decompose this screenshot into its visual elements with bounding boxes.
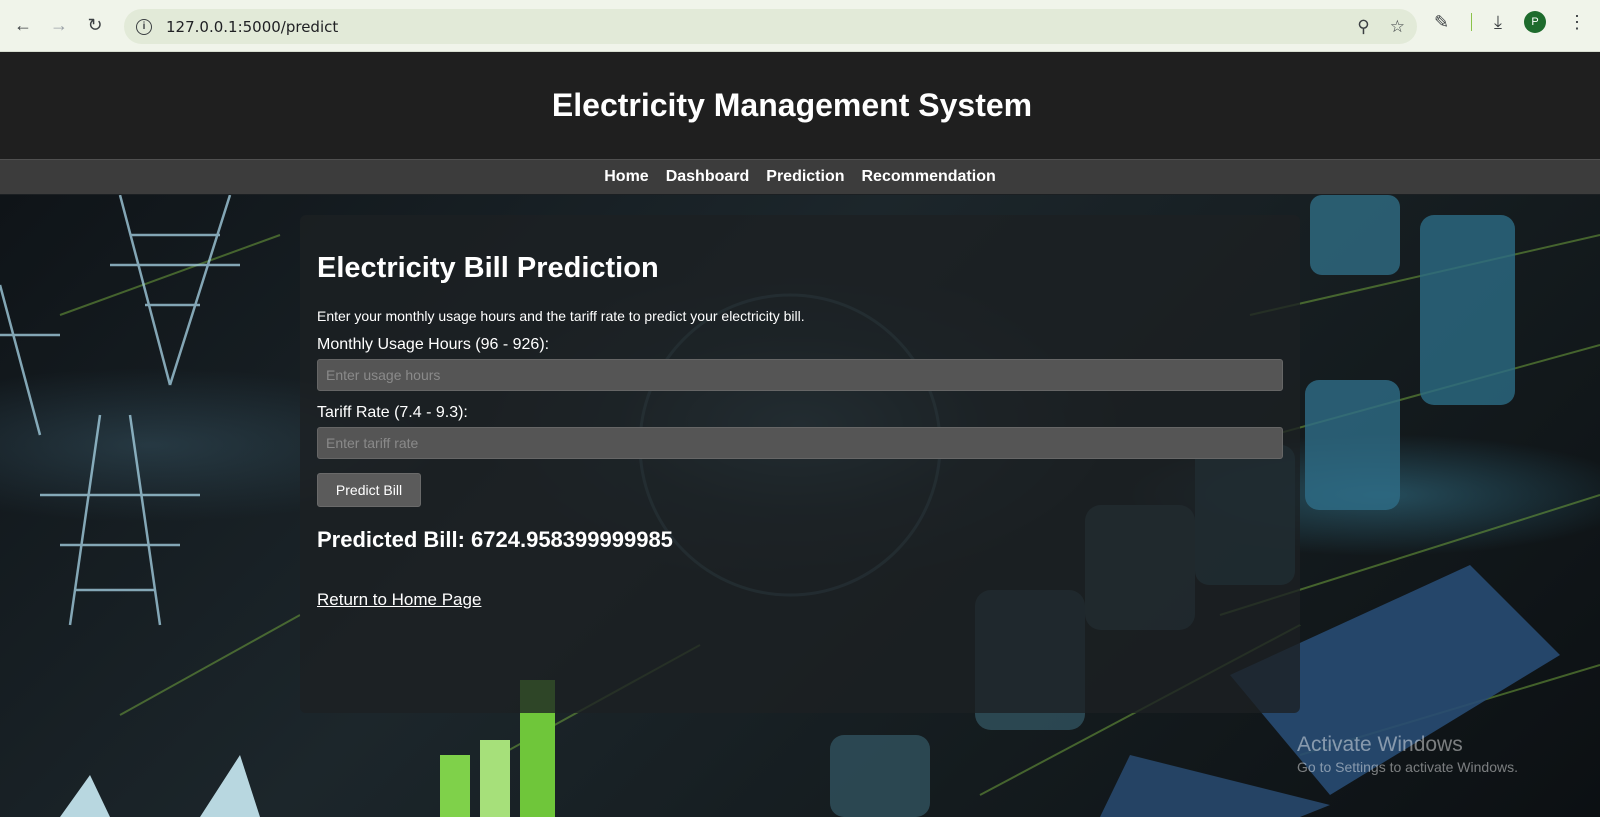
- download-icon[interactable]: ⤓: [1494, 12, 1502, 33]
- menu-icon[interactable]: ⋮: [1568, 12, 1586, 33]
- url-text[interactable]: 127.0.0.1:5000/predict: [166, 18, 338, 36]
- prediction-card: Electricity Bill Prediction Enter your m…: [300, 215, 1300, 713]
- star-icon[interactable]: ☆: [1390, 17, 1405, 37]
- omnibox-actions: ⚲ ☆: [1357, 17, 1405, 37]
- watermark-title: Activate Windows: [1297, 733, 1463, 756]
- predicted-bill-result: Predicted Bill: 6724.958399999985: [317, 527, 673, 552]
- nav-buttons: ← → ↻: [8, 11, 110, 41]
- usage-label: Monthly Usage Hours (96 - 926):: [317, 336, 550, 353]
- browser-actions: ✎ ⤓ P ⋮: [1434, 11, 1586, 33]
- nav-recommendation[interactable]: Recommendation: [862, 168, 996, 186]
- nav-home[interactable]: Home: [604, 168, 648, 186]
- power-towers: [0, 195, 240, 626]
- forward-icon[interactable]: →: [44, 11, 74, 41]
- return-home-link[interactable]: Return to Home Page: [317, 590, 481, 610]
- predict-bill-button[interactable]: Predict Bill: [317, 473, 421, 507]
- avatar[interactable]: P: [1524, 11, 1546, 33]
- nav-dashboard[interactable]: Dashboard: [666, 168, 750, 186]
- watermark-subtitle: Go to Settings to activate Windows.: [1297, 759, 1518, 775]
- tariff-rate-input[interactable]: [317, 427, 1283, 459]
- page-title: Electricity Management System: [551, 87, 1033, 123]
- extensions-icon[interactable]: ✎: [1434, 12, 1449, 33]
- browser-toolbar: ← → ↻ i 127.0.0.1:5000/predict ⚲ ☆ ✎ ⤓ P…: [0, 0, 1600, 52]
- site-header: Electricity Management System: [0, 52, 1600, 159]
- back-icon[interactable]: ←: [8, 11, 38, 41]
- usage-hours-input[interactable]: [317, 359, 1283, 391]
- form-intro: Enter your monthly usage hours and the t…: [317, 308, 805, 324]
- nav-prediction[interactable]: Prediction: [766, 168, 844, 186]
- tariff-label: Tariff Rate (7.4 - 9.3):: [317, 404, 468, 421]
- toolbar-divider: [1471, 13, 1473, 31]
- address-bar[interactable]: i 127.0.0.1:5000/predict ⚲ ☆: [124, 9, 1417, 44]
- main-nav: Home Dashboard Prediction Recommendation: [0, 159, 1600, 194]
- form-heading: Electricity Bill Prediction: [317, 252, 659, 284]
- info-icon[interactable]: i: [136, 18, 152, 35]
- zoom-icon[interactable]: ⚲: [1357, 17, 1369, 37]
- reload-icon[interactable]: ↻: [80, 11, 110, 41]
- activation-watermark: Activate Windows Go to Settings to activ…: [1297, 733, 1518, 775]
